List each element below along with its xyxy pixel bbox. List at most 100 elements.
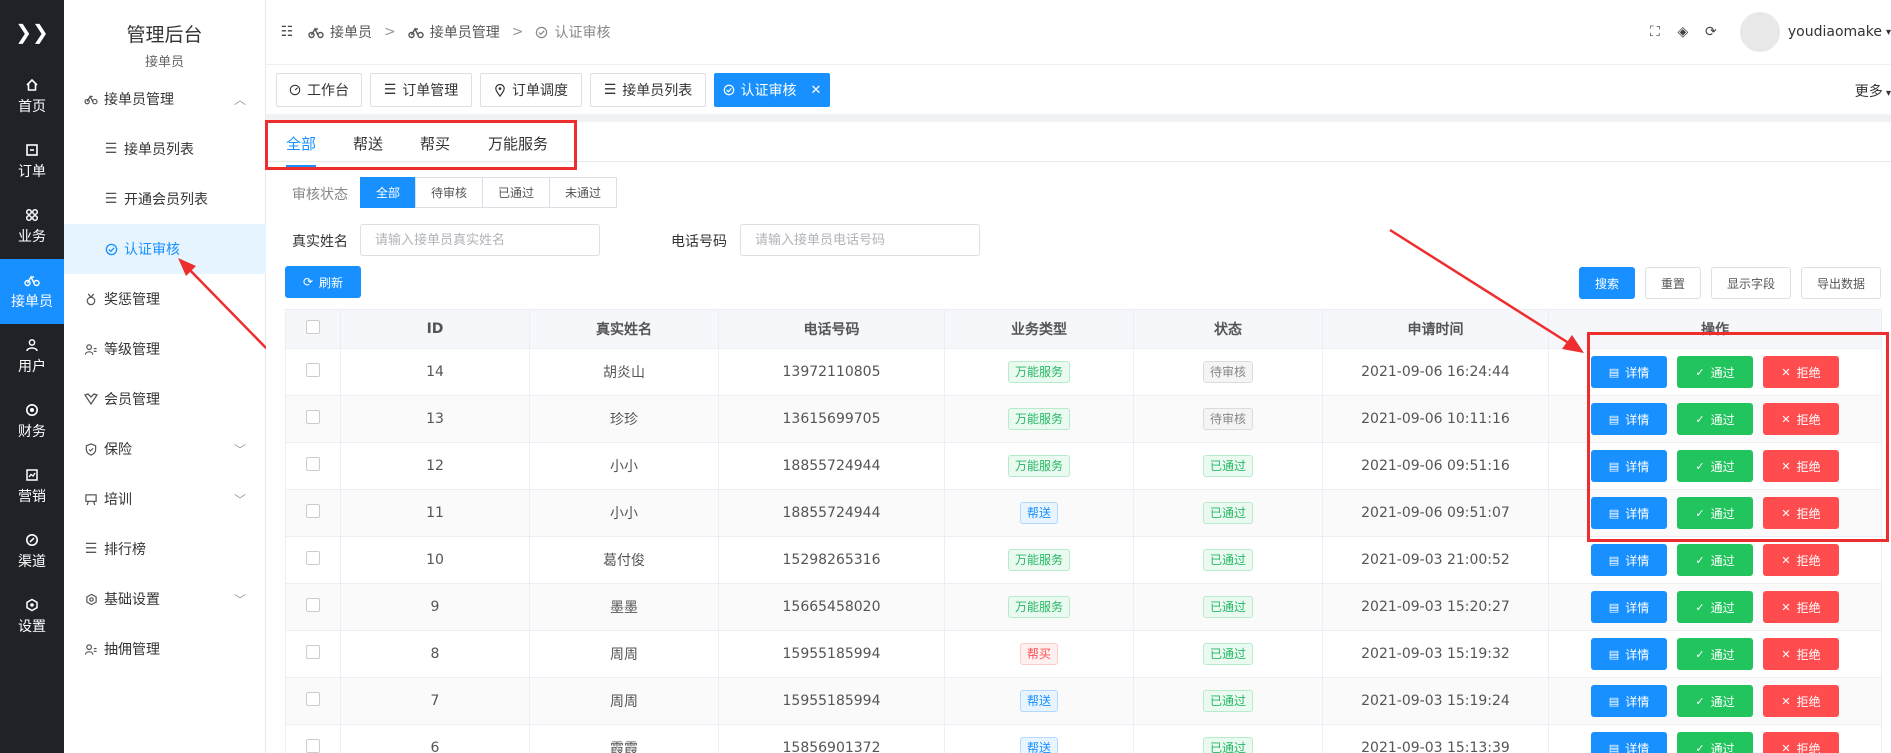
sidebar-item-rewards[interactable]: 奖惩管理 (64, 274, 266, 324)
table-row: 8 周周 15955185994 帮买 已通过 2021-09-03 15:19:32 ▤ 详… (285, 630, 1882, 678)
sidebar-item-basic-settings[interactable]: 基础设置 ﹀ (64, 574, 266, 624)
user-level-icon (84, 342, 98, 356)
rail-item-marketing[interactable]: 营销 (0, 454, 64, 519)
fullscreen-icon[interactable]: ⛶ (1646, 23, 1664, 41)
breadcrumb-item[interactable]: 接单员管理 (430, 22, 500, 42)
sidebar-item-insurance[interactable]: 保险 ﹀ (64, 424, 266, 474)
sidebar-item-vip[interactable]: 会员管理 (64, 374, 266, 424)
search-button[interactable]: 搜索 (1579, 267, 1635, 299)
more-tabs-dropdown[interactable]: 更多 ▾ (1855, 81, 1891, 101)
detail-label: 详情 (1625, 600, 1650, 615)
detail-label: 详情 (1625, 647, 1650, 662)
business-icon (24, 207, 40, 223)
tab-order-dispatch[interactable]: 订单调度 (480, 73, 582, 107)
reject-button[interactable]: ✕ 拒绝 (1763, 591, 1839, 623)
row-select-cell (285, 489, 341, 537)
approve-button[interactable]: ✓ 通过 (1677, 591, 1753, 623)
collapse-menu-icon[interactable]: ☷ (278, 23, 296, 41)
detail-button[interactable]: ▤ 详情 (1591, 591, 1667, 623)
sidebar-item-label: 基础设置 (104, 592, 160, 608)
status-option-pending[interactable]: 待审核 (415, 177, 483, 208)
detail-button[interactable]: ▤ 详情 (1591, 544, 1667, 576)
reject-button[interactable]: ✕ 拒绝 (1763, 544, 1839, 576)
rail-item-home[interactable]: 首页 (0, 64, 64, 129)
row-checkbox[interactable] (306, 598, 320, 612)
tab-order-management[interactable]: ☰ 订单管理 (370, 73, 472, 107)
sidebar-item-verification[interactable]: 认证审核 (64, 224, 266, 274)
logo[interactable]: ❯❯ (0, 0, 64, 64)
row-checkbox[interactable] (306, 504, 320, 518)
business-type-tag: 万能服务 (1007, 408, 1070, 430)
primary-rail: ❯❯ 首页 订单 业务 接单员 用户 财务 营销 渠道 设置 (0, 0, 64, 753)
close-icon[interactable]: ✕ (811, 83, 822, 98)
detail-label: 详情 (1625, 553, 1650, 568)
approve-button[interactable]: ✓ 通过 (1677, 638, 1753, 670)
name-search-input[interactable] (360, 224, 600, 256)
username[interactable]: youdiaomake (1788, 24, 1882, 40)
list-icon: ☰ (603, 82, 617, 98)
approve-button[interactable]: ✓ 通过 (1677, 732, 1753, 753)
reset-button[interactable]: 重置 (1645, 267, 1701, 299)
sidebar-item-ranking[interactable]: ☰ 排行榜 (64, 524, 266, 574)
detail-button[interactable]: ▤ 详情 (1591, 685, 1667, 717)
reject-button[interactable]: ✕ 拒绝 (1763, 685, 1839, 717)
tab-verification[interactable]: 认证审核 ✕ (714, 73, 830, 107)
sidebar-item-label: 保险 (104, 442, 132, 458)
row-checkbox[interactable] (306, 457, 320, 471)
reject-button[interactable]: ✕ 拒绝 (1763, 732, 1839, 753)
caret-down-icon[interactable]: ▾ (1886, 27, 1891, 38)
approve-button[interactable]: ✓ 通过 (1677, 544, 1753, 576)
order-icon (24, 142, 40, 158)
tab-label: 接单员列表 (622, 83, 693, 99)
rail-item-finance[interactable]: 财务 (0, 389, 64, 454)
status-option-rejected[interactable]: 未通过 (549, 177, 617, 208)
approve-button[interactable]: ✓ 通过 (1677, 685, 1753, 717)
tab-workbench[interactable]: 工作台 (276, 73, 362, 107)
sidebar-subtitle: 接单员 (144, 55, 184, 70)
refresh-icon[interactable]: ⟳ (1702, 23, 1720, 41)
row-checkbox[interactable] (306, 551, 320, 565)
phone-search-input[interactable] (740, 224, 980, 256)
rail-item-user[interactable]: 用户 (0, 324, 64, 389)
row-checkbox[interactable] (306, 692, 320, 706)
avatar[interactable] (1739, 12, 1780, 52)
theme-icon[interactable]: ◈ (1674, 23, 1692, 41)
cell-id: 13 (340, 395, 530, 443)
status-option-all[interactable]: 全部 (360, 177, 416, 208)
cell-status: 已通过 (1133, 724, 1323, 753)
row-checkbox[interactable] (306, 645, 320, 659)
sidebar-item-label: 等级管理 (104, 342, 160, 358)
sidebar-title: 管理后台 (126, 24, 203, 46)
export-data-button[interactable]: 导出数据 (1801, 267, 1881, 299)
show-fields-button[interactable]: 显示字段 (1711, 267, 1791, 299)
row-checkbox[interactable] (306, 410, 320, 424)
sidebar-item-courier-management[interactable]: 接单员管理 ︿ (64, 74, 266, 124)
check-icon: ✓ (1695, 600, 1705, 614)
sidebar-item-training[interactable]: 培训 ﹀ (64, 474, 266, 524)
status-option-approved[interactable]: 已通过 (482, 177, 550, 208)
select-all-checkbox[interactable] (306, 320, 320, 334)
refresh-button[interactable]: ⟳ 刷新 (285, 266, 361, 298)
rail-item-settings[interactable]: 设置 (0, 584, 64, 649)
detail-button[interactable]: ▤ 详情 (1591, 732, 1667, 753)
sidebar-item-member-list[interactable]: ☰ 开通会员列表 (64, 174, 266, 224)
check-icon: ✓ (1695, 647, 1705, 661)
status-badge: 已通过 (1202, 549, 1253, 571)
table-row: 10 葛付俊 15298265316 万能服务 已通过 2021-09-03 21:00:… (285, 536, 1882, 584)
sidebar-item-courier-list[interactable]: ☰ 接单员列表 (64, 124, 266, 174)
reject-button[interactable]: ✕ 拒绝 (1763, 638, 1839, 670)
rail-item-channel[interactable]: 渠道 (0, 519, 64, 584)
sidebar-item-commission[interactable]: 抽佣管理 (64, 624, 266, 674)
detail-button[interactable]: ▤ 详情 (1591, 638, 1667, 670)
row-checkbox[interactable] (306, 363, 320, 377)
rail-item-order[interactable]: 订单 (0, 129, 64, 194)
top-right-tools: ⛶ ◈ ⟳ youdiaomake ▾ (1646, 0, 1891, 64)
cell-name: 周周 (529, 630, 719, 678)
tab-courier-list[interactable]: ☰ 接单员列表 (590, 73, 706, 107)
sidebar-item-level[interactable]: 等级管理 (64, 324, 266, 374)
rail-item-business[interactable]: 业务 (0, 194, 64, 259)
row-checkbox[interactable] (306, 739, 320, 753)
cell-time: 2021-09-03 21:00:52 (1322, 536, 1549, 584)
rail-item-courier[interactable]: 接单员 (0, 259, 64, 324)
breadcrumb-item[interactable]: 接单员 (330, 22, 372, 42)
